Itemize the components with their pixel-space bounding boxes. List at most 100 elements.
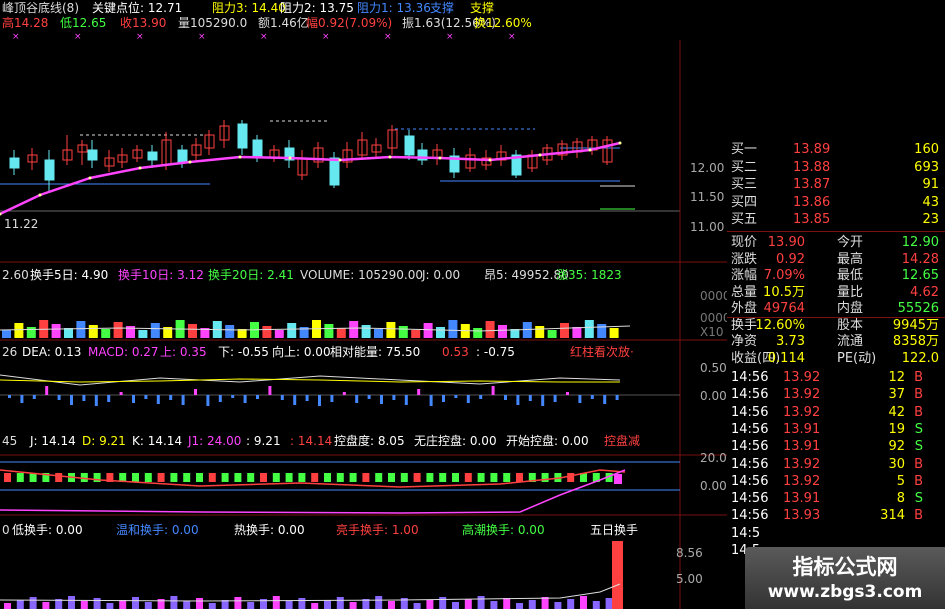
candle-body bbox=[329, 157, 340, 186]
turnover-bar bbox=[16, 600, 24, 609]
quote-label: 流通 bbox=[837, 334, 864, 349]
macd-bar bbox=[566, 392, 569, 395]
volume-bar bbox=[398, 326, 408, 338]
kdj-bar bbox=[503, 473, 511, 482]
macd-bar bbox=[404, 395, 408, 405]
header-l2-3: 量105290.0 bbox=[178, 16, 247, 30]
macd-bar bbox=[82, 395, 86, 401]
turnover-bar bbox=[119, 600, 127, 609]
order-book-label: 买三 bbox=[731, 177, 758, 192]
tick-row: 14:56 13.93 314 B bbox=[727, 507, 945, 524]
order-book-row: 买三 13.87 91 bbox=[727, 176, 945, 193]
tick-time: 14:56 bbox=[731, 404, 769, 420]
turnover-axis-label-1: 5.00 bbox=[676, 572, 703, 586]
tick-time: 14:56 bbox=[731, 491, 769, 507]
tick-price: 13.91 bbox=[783, 491, 821, 507]
turnover-bar bbox=[4, 603, 11, 609]
kdj-2: D: 9.21 bbox=[82, 434, 126, 448]
quote-value: 0.114 bbox=[767, 350, 805, 366]
kdj-bar bbox=[388, 473, 395, 482]
turnover-bar bbox=[477, 596, 485, 609]
macd-bar bbox=[70, 395, 73, 405]
tick-row: 14:56 13.92 37 B bbox=[727, 386, 945, 403]
tick-volume: 37 bbox=[888, 387, 905, 403]
macd-bar bbox=[181, 395, 185, 405]
turnover-bar bbox=[80, 601, 88, 609]
turnover-bar bbox=[554, 602, 562, 609]
kdj-bar bbox=[144, 473, 152, 482]
tick-row: 14:56 13.91 92 S bbox=[727, 438, 945, 455]
tick-volume: 12 bbox=[888, 370, 905, 385]
ma-dot bbox=[388, 155, 392, 159]
macd-bar bbox=[243, 395, 247, 403]
quote-value: 12.60% bbox=[755, 317, 805, 333]
macd-bar bbox=[615, 395, 619, 400]
price-low-label: 11.22 bbox=[4, 217, 38, 231]
quote-row: 收益(四) 0.114 PE(动) 122.0 bbox=[727, 350, 945, 367]
kdj-7: 控盘度: 8.05 bbox=[334, 433, 405, 448]
turn-6: 五日换手 bbox=[590, 523, 638, 537]
tick-time: 14:56 bbox=[731, 508, 769, 524]
kdj-3: K: 14.14 bbox=[132, 434, 182, 448]
header-l1-5: 支撑 bbox=[430, 0, 454, 15]
volume-bar bbox=[361, 325, 371, 338]
ma-dot bbox=[188, 160, 192, 164]
macd-bar bbox=[280, 395, 284, 400]
turn-0: 0 bbox=[2, 523, 10, 537]
price-axis-label-0: 12.00 bbox=[690, 161, 724, 175]
kdj-bar bbox=[170, 473, 178, 482]
macd-bar bbox=[528, 395, 532, 401]
kdj-bar bbox=[285, 473, 293, 482]
macd-bar bbox=[156, 395, 160, 404]
quote-value: 12.65 bbox=[901, 268, 939, 283]
macd-bar bbox=[32, 395, 36, 399]
header-l1-4: 阻力1: 13.36 bbox=[357, 1, 431, 15]
ma-dot bbox=[288, 156, 292, 160]
macd-5: 向上: 0.00 bbox=[272, 344, 331, 359]
order-book-price: 13.88 bbox=[793, 159, 831, 175]
ind1-4: VOLUME: 105290.00 bbox=[300, 268, 423, 282]
kdj-1: J: 14.14 bbox=[29, 434, 76, 448]
kdj-bar bbox=[208, 473, 216, 482]
turn-3: 热换手: 0.00 bbox=[234, 523, 305, 537]
volume-bar bbox=[262, 326, 272, 338]
tick-row: 14:56 13.91 19 S bbox=[727, 421, 945, 438]
kdj-bar bbox=[183, 473, 191, 482]
order-book-row: 买五 13.85 23 bbox=[727, 211, 945, 228]
tick-volume: 92 bbox=[888, 439, 905, 455]
tick-side: B bbox=[914, 387, 923, 403]
volume-bar bbox=[498, 325, 507, 338]
kdj-bar bbox=[400, 473, 408, 482]
volume-bar bbox=[535, 326, 545, 338]
volume-bar bbox=[14, 323, 24, 338]
kdj-bar bbox=[426, 473, 434, 482]
volume-bar bbox=[584, 320, 594, 338]
order-book-price: 13.85 bbox=[793, 212, 831, 227]
macd-bar bbox=[590, 395, 594, 399]
kdj-bar bbox=[221, 473, 229, 482]
kdj-bar bbox=[439, 473, 447, 482]
tick-time: 14:56 bbox=[731, 421, 769, 437]
order-book-row: 买一 13.89 160 bbox=[727, 141, 945, 158]
turnover-bar bbox=[349, 602, 357, 609]
marker-x: × bbox=[260, 32, 268, 42]
kdj-bar bbox=[260, 473, 267, 482]
volume-bar bbox=[88, 325, 98, 338]
volume-bar bbox=[473, 328, 483, 338]
macd-bar bbox=[603, 395, 607, 404]
order-book-price: 13.89 bbox=[793, 142, 831, 157]
macd-bar bbox=[541, 395, 545, 406]
kdj-bar bbox=[272, 473, 280, 482]
kdj-bar bbox=[132, 473, 139, 482]
turnover-bar bbox=[567, 599, 575, 609]
macd-bar bbox=[318, 395, 321, 406]
macd-bar bbox=[20, 395, 24, 403]
tick-side: B bbox=[914, 456, 923, 472]
candle-body bbox=[44, 159, 55, 181]
vol-axis-label-2: X10 bbox=[700, 325, 724, 339]
turnover-bar bbox=[464, 599, 472, 609]
macd-bar bbox=[454, 395, 458, 398]
tick-price: 13.91 bbox=[783, 421, 821, 437]
macd-bar bbox=[8, 395, 11, 398]
volume-bar bbox=[336, 328, 346, 338]
